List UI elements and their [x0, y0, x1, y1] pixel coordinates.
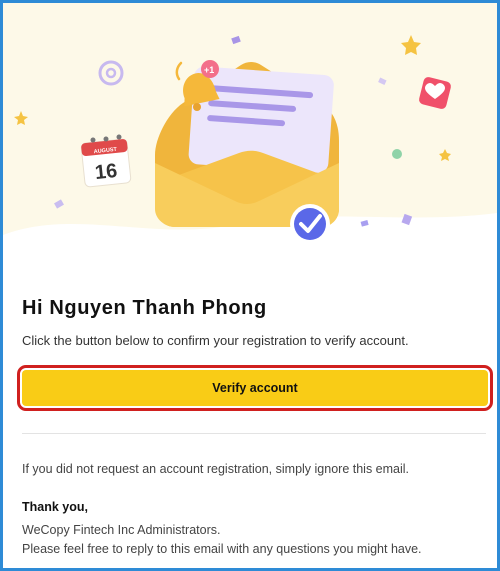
hero-illustration: AUGUST 16 +1 — [3, 3, 497, 265]
ignore-note: If you did not request an account regist… — [22, 462, 410, 476]
intro-text: Click the button below to confirm your r… — [22, 333, 409, 348]
star-icon — [14, 111, 28, 125]
calendar-icon: AUGUST 16 — [80, 134, 132, 188]
at-sign-icon — [98, 60, 124, 86]
heart-card-icon — [419, 77, 451, 109]
verify-account-button[interactable]: Verify account — [22, 370, 488, 406]
signature-org: WeCopy Fintech Inc Administrators. — [22, 523, 221, 537]
hero-art: AUGUST 16 +1 — [3, 35, 497, 265]
star-icon — [439, 149, 451, 161]
check-badge-icon — [290, 204, 330, 244]
divider — [22, 433, 486, 434]
bell-badge: +1 — [204, 65, 214, 75]
signature-help: Please feel free to reply to this email … — [22, 542, 422, 556]
star-icon — [401, 35, 421, 55]
calendar-day: 16 — [94, 160, 118, 184]
email-frame: AUGUST 16 +1 Hi Nguyen Thanh Phong Click… — [0, 0, 500, 571]
thanks-text: Thank you, — [22, 500, 88, 514]
greeting-title: Hi Nguyen Thanh Phong — [22, 297, 267, 319]
